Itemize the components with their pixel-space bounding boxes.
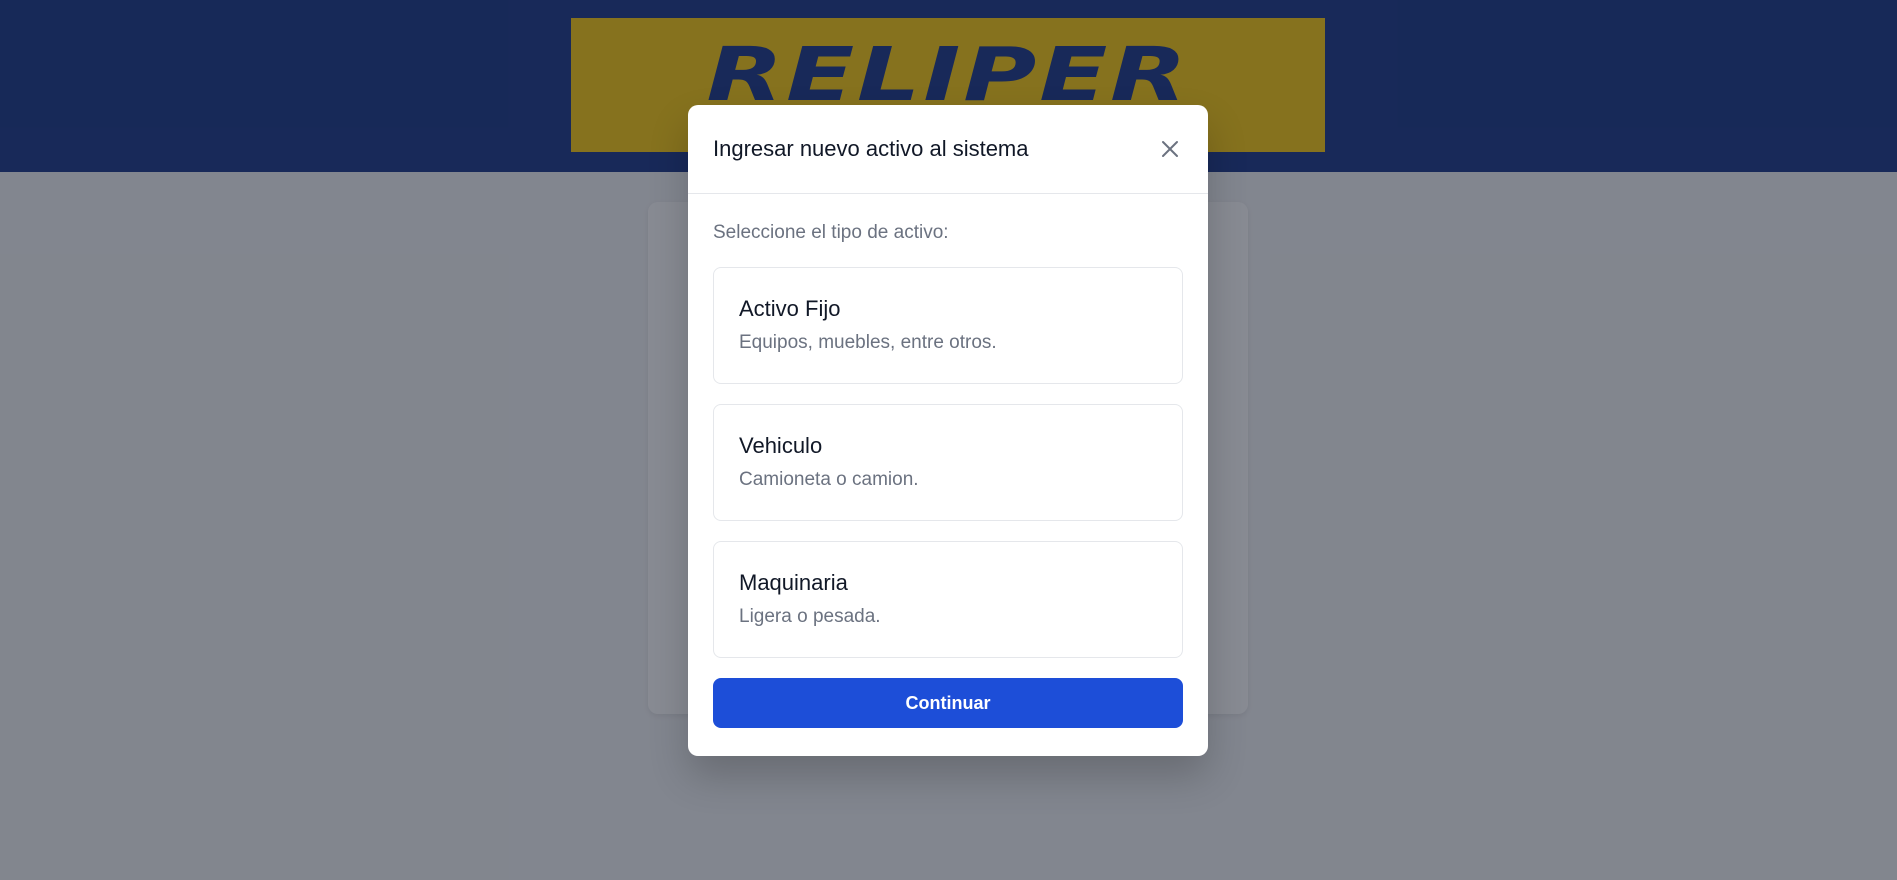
option-maquinaria[interactable]: Maquinaria Ligera o pesada. [713, 541, 1183, 658]
close-icon [1162, 141, 1178, 157]
dialog-title: Ingresar nuevo activo al sistema [713, 136, 1029, 161]
continue-button[interactable]: Continuar [713, 678, 1183, 728]
dialog-header: Ingresar nuevo activo al sistema [688, 105, 1208, 194]
option-description: Equipos, muebles, entre otros. [739, 332, 997, 353]
new-asset-dialog: Ingresar nuevo activo al sistema Selecci… [688, 105, 1208, 756]
option-vehiculo[interactable]: Vehiculo Camioneta o camion. [713, 404, 1183, 521]
option-title: Activo Fijo [739, 296, 841, 321]
option-description: Camioneta o camion. [739, 469, 919, 490]
close-button[interactable] [1155, 134, 1185, 164]
page: RELIPER Ingresar nuevo activo al sistema… [0, 0, 1897, 880]
option-description: Ligera o pesada. [739, 606, 881, 627]
option-title: Vehiculo [739, 433, 823, 458]
asset-type-prompt: Seleccione el tipo de activo: [713, 222, 949, 243]
dialog-body: Seleccione el tipo de activo: Activo Fij… [688, 194, 1208, 728]
option-activo-fijo[interactable]: Activo Fijo Equipos, muebles, entre otro… [713, 267, 1183, 384]
option-title: Maquinaria [739, 570, 848, 595]
